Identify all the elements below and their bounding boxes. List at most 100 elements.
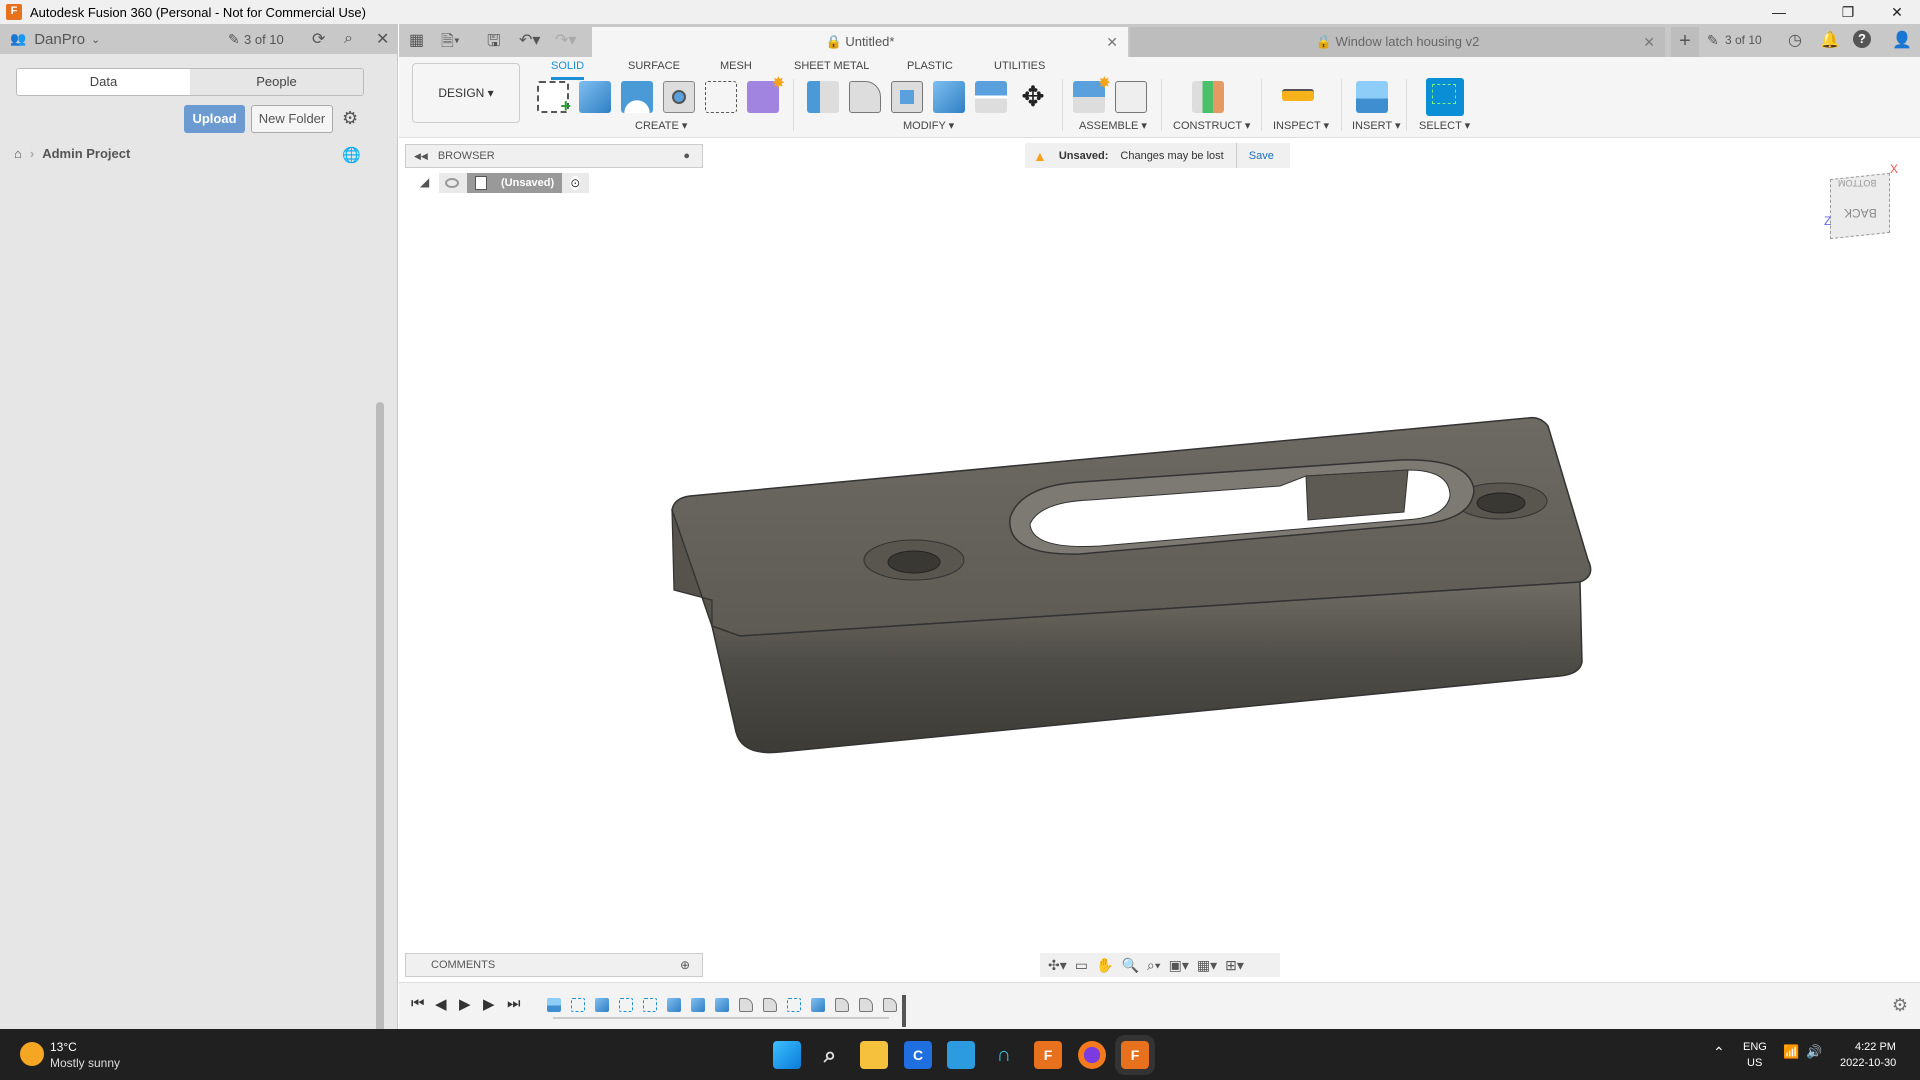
close-button[interactable]: ✕ [1874,0,1920,24]
visibility-icon[interactable] [445,178,459,188]
firefox-icon[interactable] [1078,1041,1106,1069]
model-viewport[interactable] [660,400,1620,760]
window-latch-housing-model[interactable] [671,416,1592,754]
play-icon[interactable]: ▶ [459,995,471,1013]
volume-icon[interactable]: 🔊 [1806,1044,1822,1060]
fusion-360-taskbar-icon[interactable]: F [1034,1041,1062,1069]
display-settings-icon[interactable]: ▣▾ [1169,957,1189,974]
ribbon-tab-utilities[interactable]: UTILITIES [994,60,1045,72]
go-to-end-icon[interactable]: ⏭ [507,995,521,1012]
collapse-browser-icon[interactable]: ◀◀ [414,151,428,162]
viewcube-top-face[interactable]: BOTTOM [1838,178,1876,188]
ribbon-tab-plastic[interactable]: PLASTIC [907,60,953,72]
maximize-button[interactable]: ❐ [1825,0,1871,24]
hole-icon[interactable] [663,81,695,113]
file-explorer-icon[interactable] [860,1041,888,1069]
select-menu[interactable]: SELECT ▾ [1419,119,1470,132]
clock-time[interactable]: 4:22 PM [1855,1041,1896,1053]
redo-icon[interactable]: ↷▾ [555,30,576,50]
measure-icon[interactable] [1282,89,1314,101]
timeline-extrude-icon[interactable] [691,998,705,1012]
tab-untitled[interactable]: 🔒 Untitled* ✕ [592,27,1128,57]
file-menu-icon[interactable]: 🗎▾ [441,30,460,57]
press-pull-icon[interactable] [807,81,839,113]
grid-icon[interactable]: ▦▾ [1197,957,1217,974]
user-avatar-icon[interactable]: 👤 [1892,30,1912,50]
ribbon-tab-solid[interactable]: SOLID [551,60,585,80]
timeline-marker[interactable] [902,995,906,1027]
timeline-fillet-icon[interactable] [859,998,873,1012]
history-icon[interactable]: ◷ [1788,30,1802,50]
app-n-icon[interactable]: ∩ [990,1041,1018,1069]
browser-root[interactable]: (Unsaved) ⊙ [439,173,589,193]
timeline-fillet-icon[interactable] [739,998,753,1012]
split-body-icon[interactable] [975,81,1007,113]
language-region[interactable]: US [1747,1057,1762,1069]
timeline-extrude-icon[interactable] [715,998,729,1012]
activate-radio-icon[interactable]: ⊙ [570,176,581,190]
wifi-icon[interactable]: 📶 [1783,1044,1799,1060]
timeline-sketch-icon[interactable] [571,998,585,1012]
cloud-app-icon[interactable] [947,1041,975,1069]
create-sketch-icon[interactable]: + [537,81,571,116]
new-tab-icon[interactable]: + [1671,27,1699,57]
scrollbar[interactable] [376,402,384,1050]
weather-description[interactable]: Mostly sunny [50,1056,120,1070]
ribbon-tab-surface[interactable]: SURFACE [628,60,680,72]
expand-root-icon[interactable]: ◢ [420,175,429,189]
select-icon[interactable] [1426,78,1464,116]
ribbon-tab-sheet-metal[interactable]: SHEET METAL [794,60,869,72]
combine-icon[interactable] [933,81,965,113]
move-copy-icon[interactable]: ✥ [1017,81,1049,113]
revolve-icon[interactable] [621,81,653,113]
save-icon[interactable]: 🖫 [487,30,501,57]
viewports-icon[interactable]: ⊞▾ [1225,957,1244,974]
clock-date[interactable]: 2022-10-30 [1840,1057,1896,1069]
start-button-icon[interactable] [773,1041,801,1069]
timeline-fillet-icon[interactable] [883,998,897,1012]
pin-icon[interactable]: ● [683,150,690,162]
create-menu[interactable]: CREATE ▾ [635,119,687,132]
insert-menu[interactable]: INSERT ▾ [1352,119,1401,132]
fit-icon[interactable]: ⌕▾ [1147,957,1161,974]
zoom-icon[interactable]: 🔍 [1121,957,1138,974]
close-tab-icon[interactable]: ✕ [1106,27,1118,57]
undo-icon[interactable]: ↶▾ [519,30,540,50]
add-comment-icon[interactable]: ⊕ [680,958,690,972]
language-indicator[interactable]: ENG [1743,1041,1767,1053]
timeline-sketch-icon[interactable] [643,998,657,1012]
rectangular-pattern-icon[interactable] [705,81,737,113]
search-taskbar-icon[interactable]: ⌕ [816,1041,844,1069]
fusion-360-active-taskbar-icon[interactable]: F [1115,1035,1155,1075]
timeline-sketch-icon[interactable] [619,998,633,1012]
viewcube[interactable]: BOTTOM BACK X Z [1824,162,1906,242]
close-tab-icon[interactable]: ✕ [1643,27,1655,57]
orbit-icon[interactable]: ✣▾ [1048,957,1067,974]
pan-icon[interactable]: ✋ [1096,957,1113,974]
offset-plane-icon[interactable] [1192,81,1224,113]
timeline-fillet-icon[interactable] [763,998,777,1012]
timeline-settings-icon[interactable]: ⚙ [1892,995,1908,1016]
help-icon[interactable]: ? [1853,30,1871,48]
notifications-bell-icon[interactable]: 🔔 [1820,30,1840,50]
job-count-header[interactable]: 3 of 10 [1725,33,1762,47]
insert-image-icon[interactable] [1356,81,1388,113]
extrude-icon[interactable] [579,81,611,113]
joint-icon[interactable] [1115,81,1147,113]
step-forward-icon[interactable]: ▶ [483,995,495,1013]
weather-temp[interactable]: 13°C [50,1040,77,1054]
minimize-button[interactable]: — [1756,0,1802,24]
assemble-menu[interactable]: ASSEMBLE ▾ [1079,119,1147,132]
weather-icon[interactable] [20,1042,44,1066]
save-link[interactable]: Save [1249,150,1274,162]
create-form-icon[interactable]: ✸ [747,75,785,113]
timeline-fillet-icon[interactable] [835,998,849,1012]
construct-menu[interactable]: CONSTRUCT ▾ [1173,119,1250,132]
timeline-sketch-icon[interactable] [787,998,801,1012]
shell-icon[interactable] [891,81,923,113]
workspace-switcher[interactable]: DESIGN ▾ [412,63,520,123]
show-hidden-icons[interactable]: ⌃ [1713,1044,1725,1061]
go-to-start-icon[interactable]: ⏮ [411,995,425,1012]
look-at-icon[interactable]: ▭ [1075,957,1088,974]
app-grid-icon[interactable]: ▦ [409,30,424,50]
